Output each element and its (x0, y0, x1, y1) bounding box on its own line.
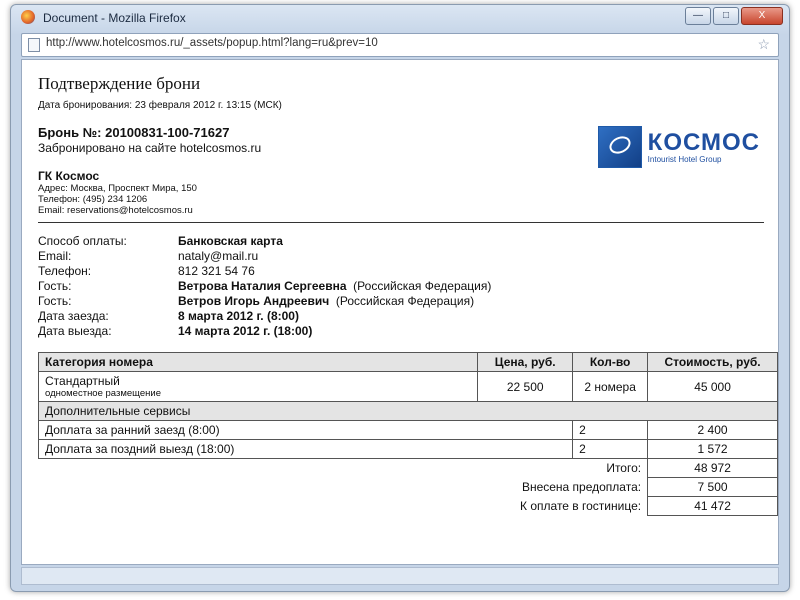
info-label: Email: (38, 249, 72, 263)
table-row: Доплата за поздний выезд (18:00) 2 1 572 (37, 439, 778, 459)
table-header-row: Категория номера Цена, руб. Кол-во Стоим… (37, 352, 778, 372)
room-cost: 45 000 (647, 371, 778, 402)
room-qty: 2 номера (572, 371, 649, 402)
address-bar[interactable]: http://www.hotelcosmos.ru/_assets/popup.… (21, 33, 779, 57)
table-row: Доплата за ранний заезд (8:00) 2 2 400 (37, 420, 778, 440)
info-label: Гость: (38, 294, 72, 308)
logo-subtitle: Intourist Hotel Group (647, 154, 722, 164)
header-cost: Стоимость, руб. (647, 352, 778, 372)
info-value: Ветров Игорь Андреевич (178, 294, 330, 308)
room-subtype: одноместное размещение (45, 388, 161, 399)
info-extra: (Российская Федерация) (335, 294, 475, 308)
services-header: Дополнительные сервисы (38, 401, 778, 421)
info-label: Способ оплаты: (38, 234, 127, 248)
service-cost: 2 400 (647, 420, 778, 440)
browser-window: Document - Mozilla Firefox — □ X http://… (10, 4, 790, 592)
service-qty: 2 (572, 439, 649, 459)
booking-info: Способ оплаты: Банковская карта Email: nat… (38, 234, 491, 339)
maximize-button[interactable]: □ (713, 7, 739, 25)
prepaid-label: Внесена предоплата: (521, 480, 642, 494)
service-cost: 1 572 (647, 439, 778, 459)
info-value: 8 марта 2012 г. (8:00) (178, 309, 299, 323)
status-bar (21, 567, 779, 585)
info-value: 14 марта 2012 г. (18:00) (178, 324, 313, 338)
minimize-button[interactable]: — (685, 7, 711, 25)
due-label: К оплате в гостинице: (520, 499, 642, 513)
total-row: Итого: 48 972 (39, 458, 778, 478)
services-header-row: Дополнительные сервисы (38, 401, 778, 421)
header-price: Цена, руб. (477, 352, 574, 372)
table-row: Стандартный одноместное размещение 22 50… (37, 371, 778, 402)
url-text[interactable]: http://www.hotelcosmos.ru/_assets/popup.… (46, 37, 378, 49)
booking-table: Категория номера Цена, руб. Кол-во Стоим… (37, 352, 778, 516)
room-name: Стандартный (45, 374, 120, 388)
total-value: 48 972 (647, 458, 778, 478)
logo-text: КОСМОС Intourist Hotel Group (647, 128, 760, 164)
window-controls: — □ X (685, 7, 783, 25)
divider (38, 222, 764, 223)
prepaid-value: 7 500 (647, 477, 778, 497)
info-row: Гость: Ветрова Наталия Сергеевна (Российс… (38, 279, 491, 294)
info-value: Банковская карта (178, 234, 283, 248)
service-name: Доплата за поздний выезд (18:00) (37, 439, 574, 459)
close-button[interactable]: X (741, 7, 783, 25)
company-name: ГК Космос (38, 169, 100, 183)
info-extra: (Российская Федерация) (353, 279, 492, 293)
company-email: Email: reservations@hotelcosmos.ru (38, 205, 193, 216)
title-bar: Document - Mozilla Firefox — □ X (11, 5, 789, 31)
room-category-cell: Стандартный одноместное размещение (37, 371, 479, 402)
firefox-icon (21, 10, 35, 24)
booking-date: Дата бронирования: 23 февраля 2012 г. 13… (38, 100, 282, 111)
kosmos-logo: КОСМОС Intourist Hotel Group (597, 126, 760, 168)
bookmark-star-icon[interactable]: ☆ (757, 36, 770, 53)
info-value: nataly@mail.ru (178, 249, 259, 263)
company-phone: Телефон: (495) 234 1206 (38, 194, 148, 205)
due-row: К оплате в гостинице: 41 472 (39, 496, 778, 516)
info-row: Дата заезда: 8 марта 2012 г. (8:00) (38, 309, 491, 324)
info-row: Дата выезда: 14 марта 2012 г. (18:00) (38, 324, 491, 339)
header-category: Категория номера (37, 352, 479, 372)
total-label: Итого: (606, 461, 642, 476)
due-value: 41 472 (647, 496, 778, 516)
service-qty: 2 (572, 420, 649, 440)
company-address: Адрес: Москва, Проспект Мира, 150 (38, 183, 197, 194)
header-qty: Кол-во (572, 352, 649, 372)
info-label: Дата заезда: (38, 309, 109, 323)
info-row: Телефон: 812 321 54 76 (38, 264, 491, 279)
kosmos-logo-icon (597, 126, 642, 168)
page-title: Подтверждение брони (38, 74, 201, 93)
info-row: Способ оплаты: Банковская карта (38, 234, 491, 249)
info-row: Email: nataly@mail.ru (38, 249, 491, 264)
info-row: Гость: Ветров Игорь Андреевич (Российская… (38, 294, 491, 309)
service-name: Доплата за ранний заезд (8:00) (37, 420, 574, 440)
prepaid-row: Внесена предоплата: 7 500 (39, 477, 778, 497)
logo-word: КОСМОС (647, 128, 760, 156)
info-label: Дата выезда: (38, 324, 112, 338)
info-value: 812 321 54 76 (178, 264, 255, 278)
confirmation-document: Подтверждение брони Дата бронирования: 2… (37, 70, 778, 516)
room-price: 22 500 (477, 371, 574, 402)
page-icon (28, 38, 40, 52)
page-content: Подтверждение брони Дата бронирования: 2… (21, 59, 779, 565)
company-block: ГК Космос Адрес: Москва, Проспект Мира, … (38, 169, 764, 216)
info-value: Ветрова Наталия Сергеевна (178, 279, 347, 293)
info-label: Телефон: (38, 264, 92, 278)
info-label: Гость: (38, 279, 72, 293)
window-title: Document - Mozilla Firefox (43, 11, 186, 25)
